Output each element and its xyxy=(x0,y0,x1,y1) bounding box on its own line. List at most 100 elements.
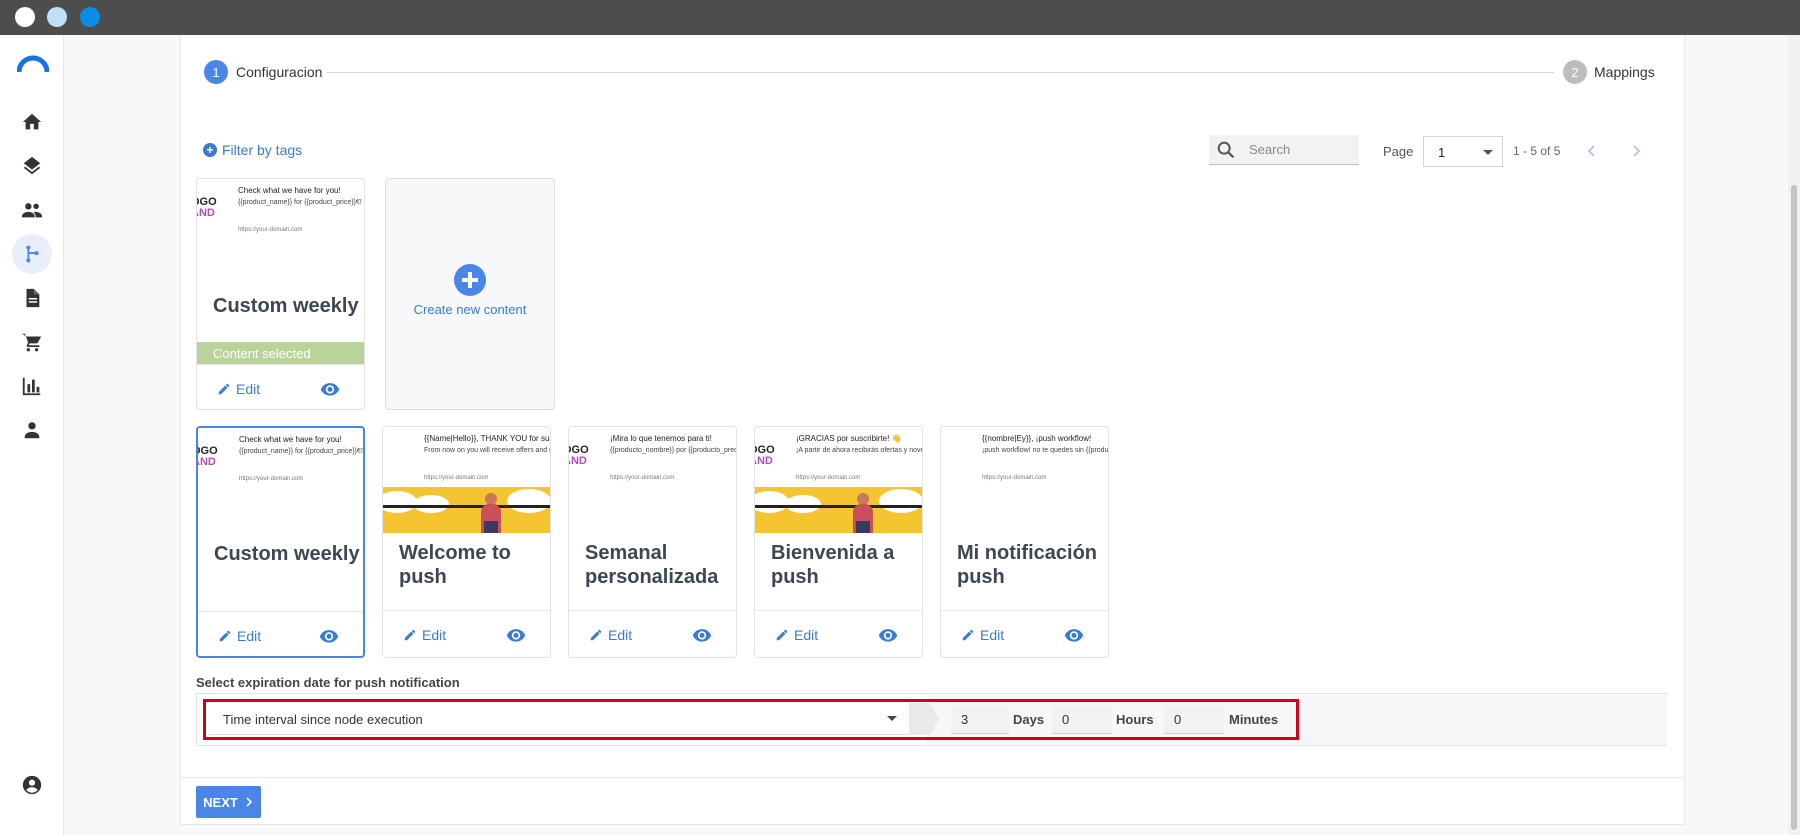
step-1-number: 1 xyxy=(204,60,228,84)
chart-icon xyxy=(22,377,41,396)
eye-icon[interactable] xyxy=(318,379,342,399)
window-titlebar xyxy=(0,0,1800,35)
edit-button[interactable]: Edit xyxy=(218,628,261,644)
minutes-input[interactable] xyxy=(1164,706,1224,734)
card-title: Bienvenida a push xyxy=(771,542,895,588)
workflow-icon xyxy=(26,245,39,263)
layers-icon xyxy=(23,156,41,175)
chevron-right-icon xyxy=(1633,145,1641,157)
preview-url: https://your-domain.com xyxy=(238,227,303,233)
preview-banner-image xyxy=(383,487,550,533)
sidebar-item-analytics[interactable] xyxy=(12,366,52,406)
content-preview: OGOAND Check what we have for you! {{pro… xyxy=(197,179,364,285)
page-select[interactable]: 1 xyxy=(1423,136,1503,167)
eye-icon[interactable] xyxy=(504,625,528,645)
selected-content-card[interactable]: OGOAND Check what we have for you! {{pro… xyxy=(196,178,365,410)
content-preview: OGOAND ¡Mira lo que tenemos para ti! {{pro… xyxy=(569,427,736,533)
brand-logo: OGOAND xyxy=(569,444,589,467)
edit-button[interactable]: Edit xyxy=(775,627,818,643)
content-preview: {{Name|Hello}}, THANK YOU for subscribin… xyxy=(383,427,550,533)
card-footer: Edit xyxy=(569,610,736,657)
expiration-mode-select[interactable]: Time interval since node execution xyxy=(209,703,909,735)
eye-icon[interactable] xyxy=(1062,625,1086,645)
expiration-label: Select expiration date for push notifica… xyxy=(196,675,460,690)
sidebar-item-home[interactable] xyxy=(12,102,52,142)
stepper-line xyxy=(327,72,1554,73)
expiration-mode-value: Time interval since node execution xyxy=(223,712,423,727)
step-2-label[interactable]: Mappings xyxy=(1594,64,1655,80)
app-logo[interactable] xyxy=(17,55,49,73)
next-button[interactable]: NEXT xyxy=(196,786,261,818)
sidebar-item-users[interactable] xyxy=(12,410,52,450)
content-card[interactable]: OGOAND ¡Mira lo que tenemos para ti! {{pro… xyxy=(568,426,737,658)
filter-by-tags-button[interactable]: + Filter by tags xyxy=(203,142,302,158)
search-icon xyxy=(1217,141,1235,158)
content-card[interactable]: OGOAND Check what we have for you! {{produ… xyxy=(196,426,365,658)
content-card[interactable]: OGOAND ¡GRACIAS por suscribirte! 👋 ¡A part… xyxy=(754,426,923,658)
next-button-label: NEXT xyxy=(203,794,238,810)
edit-button[interactable]: Edit xyxy=(403,627,446,643)
card-title: Custom weekly xyxy=(214,543,360,565)
card-footer: Edit xyxy=(197,364,364,409)
preview-title: ¡Mira lo que tenemos para ti! xyxy=(610,434,712,443)
filter-by-tags-label: Filter by tags xyxy=(222,142,303,158)
sidebar-item-workflows[interactable] xyxy=(12,234,52,274)
edit-button[interactable]: Edit xyxy=(961,627,1004,643)
days-label: Days xyxy=(1013,712,1045,727)
content-preview: OGOAND ¡GRACIAS por suscribirte! 👋 ¡A part… xyxy=(755,427,922,533)
sidebar-item-account[interactable] xyxy=(12,765,52,805)
preview-title: Check what we have for you! xyxy=(238,186,341,195)
brand-logo: OGOAND xyxy=(197,196,217,219)
create-new-content-card[interactable]: Create new content xyxy=(385,178,555,410)
preview-title: {{Name|Hello}}, THANK YOU for subscribin… xyxy=(424,434,550,443)
preview-title: {{nombre|Ey}}, ¡push workflow! xyxy=(982,434,1092,443)
footer-divider xyxy=(181,777,1684,778)
eye-icon[interactable] xyxy=(876,625,900,645)
dropdown-caret-icon xyxy=(1483,150,1493,155)
preview-title: Check what we have for you! xyxy=(239,435,342,444)
window-close-dot[interactable] xyxy=(15,7,35,27)
pencil-icon xyxy=(218,383,230,395)
document-icon xyxy=(26,288,40,308)
hours-input[interactable] xyxy=(1052,706,1112,734)
hours-label: Hours xyxy=(1116,712,1154,727)
window-maximize-dot[interactable] xyxy=(80,7,100,27)
sidebar xyxy=(0,35,64,835)
preview-url: https://your-domain.com xyxy=(610,475,675,481)
pagination-range: 1 - 5 of 5 xyxy=(1513,144,1561,158)
sidebar-item-people[interactable] xyxy=(12,190,52,230)
content-preview: {{nombre|Ey}}, ¡push workflow! ¡push work… xyxy=(941,427,1108,533)
home-icon xyxy=(22,113,42,130)
preview-body: ¡A partir de ahora recibirás ofertas y n… xyxy=(796,447,922,454)
pencil-icon xyxy=(404,629,416,641)
card-footer: Edit xyxy=(198,611,363,656)
pencil-icon xyxy=(776,629,788,641)
content-card[interactable]: {{Name|Hello}}, THANK YOU for subscribin… xyxy=(382,426,551,658)
add-circle-icon: + xyxy=(203,143,217,157)
window-minimize-dot[interactable] xyxy=(47,7,67,27)
card-title: Mi notificación push xyxy=(957,542,1097,588)
dropdown-caret-icon xyxy=(887,716,897,721)
search-input[interactable] xyxy=(1249,142,1349,157)
sidebar-item-documents[interactable] xyxy=(12,278,52,318)
pencil-icon xyxy=(962,629,974,641)
days-input[interactable] xyxy=(951,706,1009,734)
cart-icon xyxy=(21,333,42,352)
scrollbar-thumb[interactable] xyxy=(1791,185,1797,830)
card-footer: Edit xyxy=(941,610,1108,657)
sidebar-item-layers[interactable] xyxy=(12,146,52,186)
edit-button[interactable]: Edit xyxy=(217,381,260,397)
pencil-icon xyxy=(219,630,231,642)
search-box[interactable] xyxy=(1209,135,1359,165)
card-footer: Edit xyxy=(755,610,922,657)
eye-icon[interactable] xyxy=(690,625,714,645)
preview-body: From now on you will receive offers and … xyxy=(424,447,550,454)
next-page-button[interactable] xyxy=(1625,140,1647,162)
sidebar-item-cart[interactable] xyxy=(12,322,52,362)
edit-button[interactable]: Edit xyxy=(589,627,632,643)
content-card[interactable]: {{nombre|Ey}}, ¡push workflow! ¡push work… xyxy=(940,426,1109,658)
person-icon xyxy=(24,422,40,439)
eye-icon[interactable] xyxy=(317,626,341,646)
step-1-label[interactable]: Configuracion xyxy=(236,64,322,80)
previous-page-button[interactable] xyxy=(1581,140,1603,162)
